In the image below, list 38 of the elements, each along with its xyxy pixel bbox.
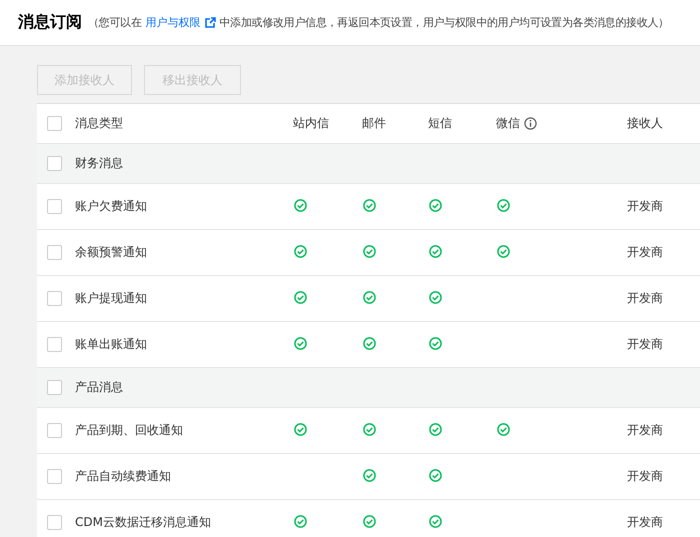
checkbox[interactable]: [47, 337, 62, 352]
table-cell-text: 账户提现通知: [75, 290, 148, 307]
column-header: 接收人: [627, 115, 664, 132]
group-label: 产品消息: [75, 379, 124, 396]
table-cell-text: 开发商: [627, 468, 664, 485]
column-header: 消息类型: [75, 115, 124, 132]
hint-text: （您可以在: [88, 15, 142, 30]
checkbox[interactable]: [47, 423, 62, 438]
external-link-icon[interactable]: [204, 17, 216, 28]
table-cell-text: 开发商: [627, 514, 664, 531]
table-cell-text: CDM云数据迁移消息通知: [75, 514, 212, 531]
checkbox[interactable]: [47, 515, 62, 530]
info-icon[interactable]: [524, 117, 537, 130]
page-title: 消息订阅: [18, 12, 82, 33]
group-label: 财务消息: [75, 155, 124, 172]
checkbox[interactable]: [47, 469, 62, 484]
checkbox[interactable]: [47, 199, 62, 214]
checkbox[interactable]: [47, 291, 62, 306]
hint-text: 中添加或修改用户信息，再返回本页设置，用户与权限中的用户均可设置为各类消息的接收人）: [220, 15, 669, 30]
table-cell-text: 开发商: [627, 290, 664, 307]
column-header: 微信: [496, 115, 520, 132]
permissions-link[interactable]: 用户与权限: [146, 15, 201, 30]
table-cell-text: 产品自动续费通知: [75, 468, 172, 485]
table-cell-text: 余额预警通知: [75, 244, 148, 261]
checkbox[interactable]: [47, 245, 62, 260]
table-cell-text: 开发商: [627, 244, 664, 261]
table-cell-text: 开发商: [627, 422, 664, 439]
checkbox[interactable]: [47, 116, 62, 131]
table-cell-text: 账单出账通知: [75, 336, 148, 353]
table-cell-text: 开发商: [627, 336, 664, 353]
checkbox[interactable]: [47, 380, 62, 395]
table-cell-text: 开发商: [627, 198, 664, 215]
column-header: 短信: [428, 115, 453, 132]
column-header: 站内信: [293, 115, 330, 132]
column-header: 邮件: [362, 115, 387, 132]
table-cell-text: 账户欠费通知: [75, 198, 148, 215]
table-cell-text: 产品到期、回收通知: [75, 422, 184, 439]
checkbox[interactable]: [47, 156, 62, 171]
